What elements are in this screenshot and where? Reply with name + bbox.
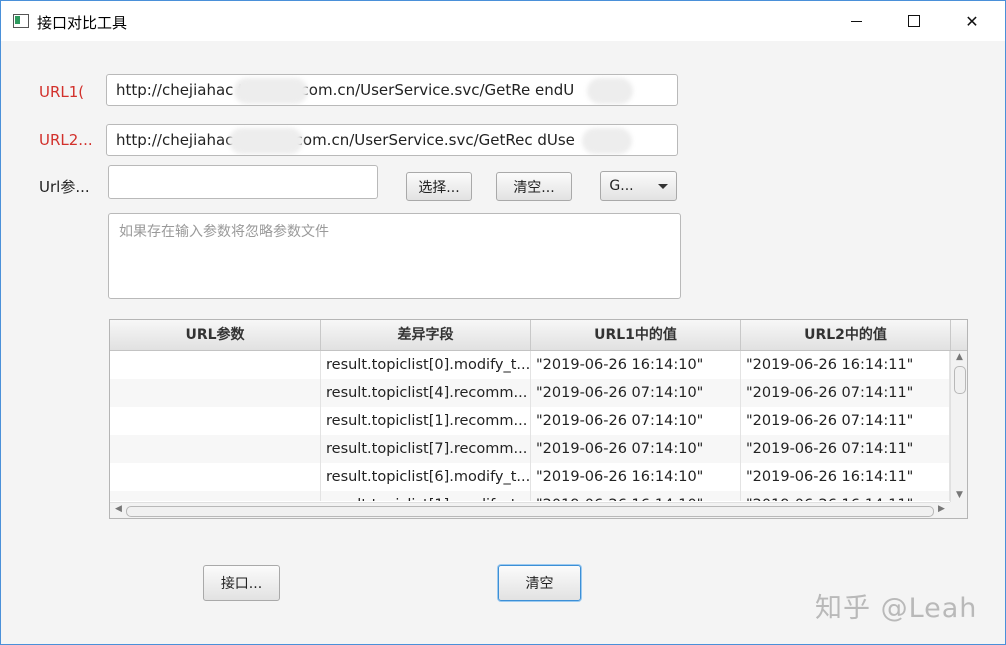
table-cell <box>110 435 321 463</box>
table-body: result.topiclist[0].modify_t... "2019-06… <box>110 351 950 501</box>
vertical-scrollbar[interactable]: ▲ ▼ <box>950 351 967 503</box>
table-row[interactable]: result.topiclist[1].modify_t... "2019-06… <box>110 491 950 501</box>
url2-value: http://chejiahac ohome.com.cn/UserServic… <box>116 131 575 149</box>
method-combo[interactable]: G... <box>600 171 677 201</box>
table-cell: "2019-06-26 16:14:10" <box>531 463 741 491</box>
table-cell: "2019-06-26 16:14:10" <box>531 351 741 379</box>
params-placeholder: 如果存在输入参数将忽略参数文件 <box>119 224 329 240</box>
maximize-button[interactable] <box>885 1 943 41</box>
column-header[interactable]: URL参数 <box>110 320 321 350</box>
scroll-corner <box>950 502 967 518</box>
table-cell: "2019-06-26 16:14:11" <box>741 351 950 379</box>
horizontal-scrollbar[interactable]: ◀ ▶ <box>110 502 950 518</box>
vertical-scroll-thumb[interactable] <box>954 366 966 394</box>
param-file-field[interactable] <box>108 165 378 199</box>
redaction-blur <box>229 128 303 154</box>
table-cell: result.topiclist[0].modify_t... <box>321 351 531 379</box>
scroll-left-icon[interactable]: ◀ <box>110 504 127 514</box>
table-row[interactable]: result.topiclist[6].modify_t... "2019-06… <box>110 463 950 491</box>
url1-value: http://chejiahac tohome.com.cn/UserServi… <box>116 81 575 99</box>
table-row[interactable]: result.topiclist[0].modify_t... "2019-06… <box>110 351 950 379</box>
column-header[interactable]: 差异字段 <box>321 320 531 350</box>
param-label: Url参... <box>39 178 90 196</box>
table-cell <box>110 379 321 407</box>
watermark-text: 知乎 @Leah <box>815 593 978 624</box>
api-button[interactable]: 接口... <box>203 565 280 601</box>
select-file-button[interactable]: 选择... <box>406 172 472 201</box>
column-header[interactable]: URL2中的值 <box>741 320 951 350</box>
redaction-blur <box>234 78 308 104</box>
url1-field[interactable]: http://chejiahac tohome.com.cn/UserServi… <box>106 74 678 106</box>
diff-table: URL参数 差异字段 URL1中的值 URL2中的值 result.topicl… <box>109 319 968 519</box>
table-cell: result.topiclist[4].recomm... <box>321 379 531 407</box>
table-row[interactable]: result.topiclist[7].recomm... "2019-06-2… <box>110 435 950 463</box>
minimize-button[interactable] <box>827 1 885 41</box>
table-cell <box>110 491 321 501</box>
url2-field[interactable]: http://chejiahac ohome.com.cn/UserServic… <box>106 124 678 156</box>
chevron-down-icon <box>657 183 668 189</box>
url2-label: URL2... <box>39 131 93 149</box>
scroll-down-icon[interactable]: ▼ <box>951 490 967 500</box>
table-header: URL参数 差异字段 URL1中的值 URL2中的值 <box>110 320 967 351</box>
table-cell: "2019-06-26 07:14:11" <box>741 379 950 407</box>
column-header[interactable]: URL1中的值 <box>531 320 741 350</box>
table-cell <box>110 407 321 435</box>
scroll-up-icon[interactable]: ▲ <box>951 352 967 362</box>
url1-label: URL1( <box>39 83 85 101</box>
table-row[interactable]: result.topiclist[4].recomm... "2019-06-2… <box>110 379 950 407</box>
table-cell: "2019-06-26 16:14:11" <box>741 491 950 501</box>
title-bar: 接口对比工具 ✕ <box>1 1 1005 41</box>
column-header-filler <box>951 320 967 350</box>
table-cell: "2019-06-26 07:14:11" <box>741 435 950 463</box>
redaction-blur <box>582 128 632 154</box>
method-combo-value: G... <box>609 178 634 194</box>
table-cell <box>110 463 321 491</box>
app-window: 接口对比工具 ✕ URL1( http://chejiahac tohome.c… <box>0 0 1006 645</box>
table-cell: "2019-06-26 07:14:10" <box>531 407 741 435</box>
table-cell <box>110 351 321 379</box>
scroll-right-icon[interactable]: ▶ <box>933 504 950 514</box>
table-row[interactable]: result.topiclist[1].recomm... "2019-06-2… <box>110 407 950 435</box>
maximize-icon <box>908 15 920 27</box>
table-cell: "2019-06-26 07:14:11" <box>741 407 950 435</box>
close-icon: ✕ <box>965 11 979 31</box>
table-cell: result.topiclist[1].recomm... <box>321 407 531 435</box>
table-cell: result.topiclist[7].recomm... <box>321 435 531 463</box>
params-textarea[interactable]: 如果存在输入参数将忽略参数文件 <box>108 213 681 299</box>
horizontal-scroll-thumb[interactable] <box>126 506 934 517</box>
app-icon <box>13 14 29 28</box>
table-cell: "2019-06-26 07:14:10" <box>531 435 741 463</box>
minimize-icon <box>850 20 862 22</box>
close-button[interactable]: ✕ <box>943 1 1001 41</box>
window-title: 接口对比工具 <box>37 14 128 32</box>
redaction-blur <box>587 78 633 104</box>
table-cell: "2019-06-26 07:14:10" <box>531 379 741 407</box>
table-cell: "2019-06-26 16:14:11" <box>741 463 950 491</box>
clear-param-button[interactable]: 清空... <box>496 172 572 201</box>
table-cell: result.topiclist[1].modify_t... <box>321 491 531 501</box>
table-cell: result.topiclist[6].modify_t... <box>321 463 531 491</box>
clear-results-button[interactable]: 清空 <box>498 565 581 601</box>
table-cell: "2019-06-26 16:14:10" <box>531 491 741 501</box>
